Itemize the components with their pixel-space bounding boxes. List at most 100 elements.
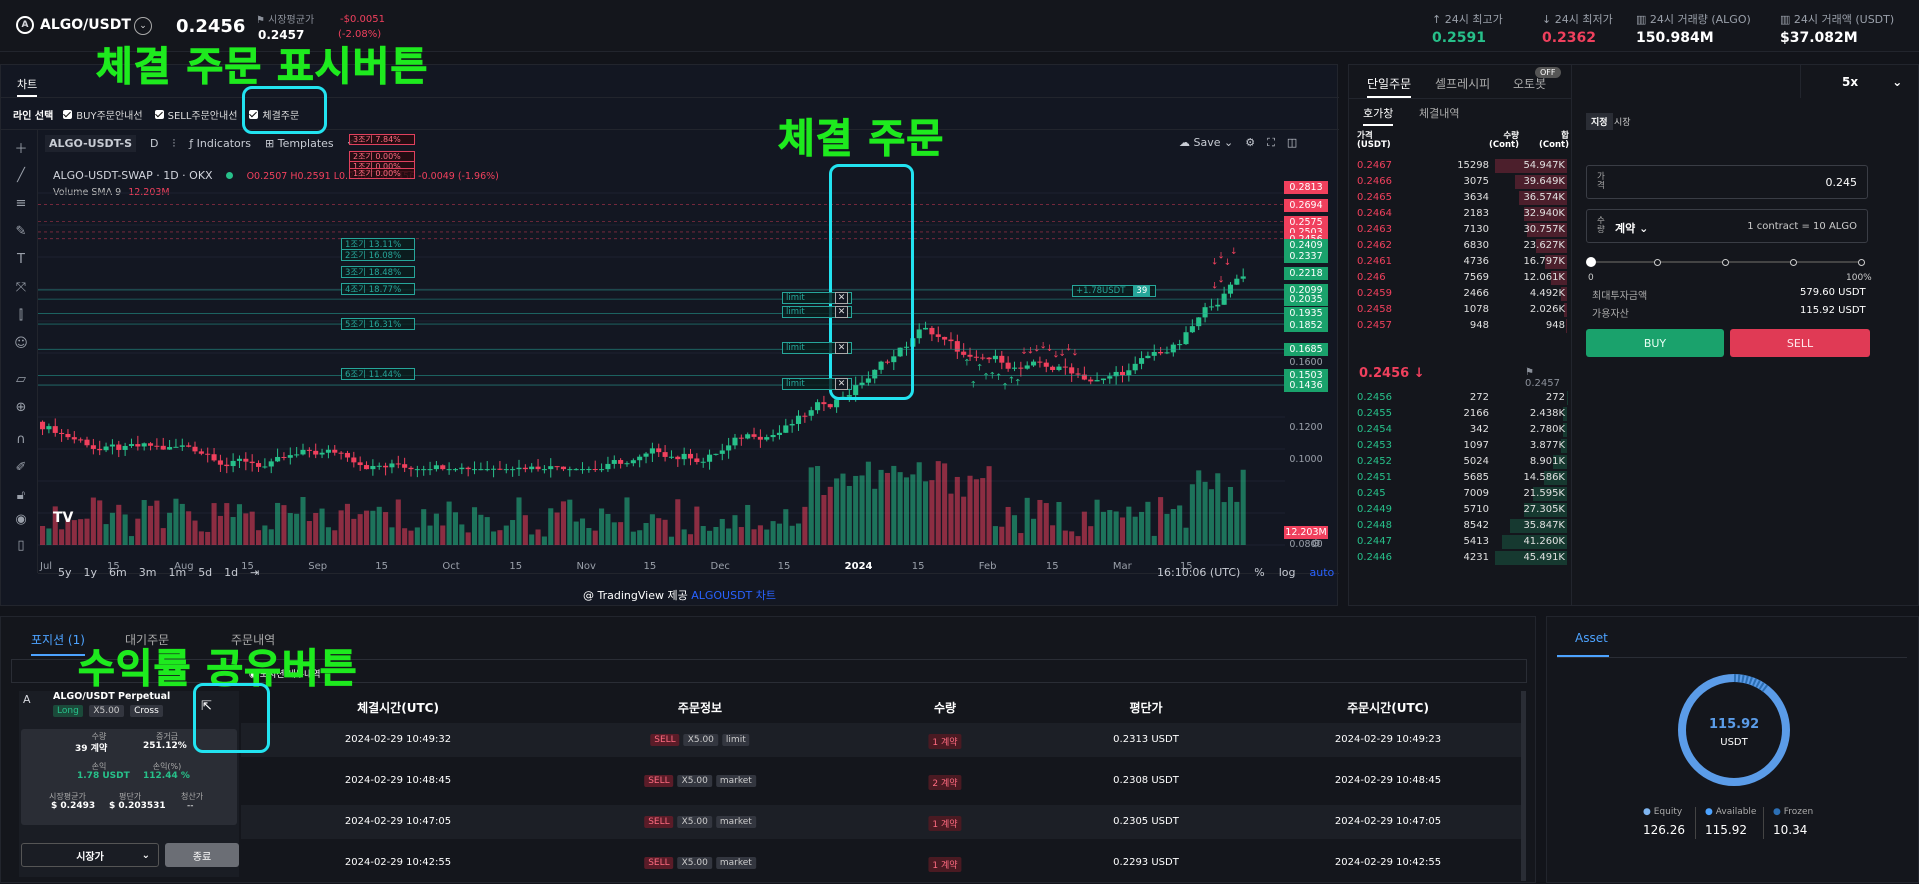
buy-order-label[interactable]: 3조기 18.48% xyxy=(341,265,415,278)
range-5y[interactable]: 5y xyxy=(58,566,72,579)
bid-row[interactable]: 0.2448 8542 35.847K xyxy=(1355,518,1567,534)
checkbox-buy-guide[interactable]: BUY주문안내선 xyxy=(63,107,143,122)
trash-icon[interactable]: ▯ xyxy=(11,535,31,555)
tab-orderbook[interactable]: 호가창 xyxy=(1363,105,1394,126)
volume-bar xyxy=(713,526,719,545)
cancel-order-close-icon[interactable]: ✕ xyxy=(835,292,848,305)
table-row[interactable]: 2024-02-29 10:42:55 SELL X5.00 market 1 계약 0.… xyxy=(241,846,1521,880)
ask-row[interactable]: 0.2463 7130 30.757K xyxy=(1355,222,1567,238)
cancel-order-close-icon[interactable]: ✕ xyxy=(835,342,848,355)
tab-positions[interactable]: 포지션 (1) xyxy=(31,631,85,656)
indicators-button[interactable]: ƒ Indicators xyxy=(189,137,251,150)
bid-row[interactable]: 0.2449 5710 27.305K xyxy=(1355,502,1567,518)
ask-row[interactable]: 0.2457 948 948 xyxy=(1355,318,1567,334)
templates-button[interactable]: ⊞ Templates xyxy=(265,137,334,150)
settings-gear-icon[interactable]: ⚙ xyxy=(1245,136,1255,150)
magnet-icon[interactable]: ∩ xyxy=(11,429,31,449)
order-type-market[interactable]: 시장 xyxy=(1614,115,1631,128)
candle-type-icon[interactable]: ⫶ xyxy=(173,137,176,151)
table-scrollbar[interactable] xyxy=(1521,691,1526,881)
bid-row[interactable]: 0.2455 2166 2.438K xyxy=(1355,406,1567,422)
emoji-icon[interactable]: ☺ xyxy=(11,333,31,353)
brush-icon[interactable]: ✎ xyxy=(11,221,31,241)
ask-row[interactable]: 0.2464 2183 32.940K xyxy=(1355,206,1567,222)
bid-row[interactable]: 0.2446 4231 45.491K xyxy=(1355,550,1567,566)
bid-row[interactable]: 0.2452 5024 8.901K xyxy=(1355,454,1567,470)
text-icon[interactable]: T xyxy=(11,249,31,269)
ask-row[interactable]: 0.246 7569 12.061K xyxy=(1355,270,1567,286)
pair-dropdown-chevron-icon[interactable]: ⌄ xyxy=(134,17,152,35)
date-range-icon[interactable]: ⇥ xyxy=(250,566,259,579)
buy-button[interactable]: BUY xyxy=(1586,329,1724,357)
cancel-order-close-icon[interactable]: ✕ xyxy=(835,306,848,319)
tab-self-recipe[interactable]: 셀프레시피 xyxy=(1435,75,1490,92)
leverage-select[interactable]: 5x ⌄ xyxy=(1842,75,1902,89)
candlestick-chart[interactable]: ↑↑↑↑↑↑↑↑↑↓↓↓↓↓↓↓↓↓↓↓↓↓↓↓Jul 15 Aug 15 Sep 15 O… xyxy=(38,163,1285,573)
buy-order-label[interactable]: 4조기 18.77% xyxy=(341,282,415,295)
range-1d[interactable]: 1d xyxy=(224,566,238,579)
checkbox-sell-guide[interactable]: SELL주문안내선 xyxy=(154,107,237,122)
trendline-icon[interactable]: ╱ xyxy=(11,165,31,185)
ask-row[interactable]: 0.2466 3075 39.649K xyxy=(1355,174,1567,190)
bid-row[interactable]: 0.2451 5685 14.586K xyxy=(1355,470,1567,486)
buy-order-label[interactable]: 6조기 11.44% xyxy=(341,368,415,381)
eye-icon[interactable]: ◉ xyxy=(11,509,31,529)
price-input[interactable]: 가격 0.245 xyxy=(1586,165,1868,199)
pattern-icon[interactable]: ⤧ xyxy=(11,277,31,297)
close-type-select[interactable]: 시장가 ⌄ xyxy=(21,843,159,867)
bid-row[interactable]: 0.2454 342 2.780K xyxy=(1355,422,1567,438)
log-toggle[interactable]: log xyxy=(1279,566,1296,579)
save-button[interactable]: ☁ Save ⌄ xyxy=(1179,136,1233,150)
range-6m[interactable]: 6m xyxy=(109,566,127,579)
order-type-limit[interactable]: 지정 xyxy=(1586,113,1613,130)
buy-order-label[interactable]: 2조기 16.08% xyxy=(341,248,415,261)
axis-settings-icon[interactable]: ⚙ xyxy=(1311,537,1321,550)
cancel-order-close-icon[interactable]: ✕ xyxy=(835,378,848,391)
bid-row[interactable]: 0.2447 5413 41.260K xyxy=(1355,534,1567,550)
symbol-search-input[interactable]: ALGO-USDT-S xyxy=(45,135,137,152)
ask-row[interactable]: 0.2461 4736 16.797K xyxy=(1355,254,1567,270)
take-profit-label[interactable]: 3조기 7.84% xyxy=(349,133,415,145)
camera-icon[interactable]: ◫ xyxy=(1287,136,1297,150)
interval-button[interactable]: D xyxy=(150,137,158,150)
unit-select[interactable]: 계약 ⌄ xyxy=(1615,220,1648,236)
take-profit-label[interactable]: 1조기 0.00% xyxy=(349,167,415,179)
table-row[interactable]: 2024-02-29 10:47:05 SELL X5.00 market 1 계약 0.… xyxy=(241,805,1521,839)
lock-icon[interactable]: 🔓︎ xyxy=(11,485,31,505)
zoom-icon[interactable]: ⊕ xyxy=(11,397,31,417)
close-position-button[interactable]: 종료 xyxy=(165,843,239,867)
bid-row[interactable]: 0.2456 272 272 xyxy=(1355,390,1567,406)
fib-icon[interactable]: ≡ xyxy=(11,193,31,213)
range-3m[interactable]: 3m xyxy=(139,566,157,579)
tradingview-chart-link[interactable]: ALGOUSDT 차트 xyxy=(691,589,776,602)
table-row[interactable]: 2024-02-29 10:48:45 SELL X5.00 market 2 계약 0.… xyxy=(241,764,1521,798)
ask-row[interactable]: 0.2462 6830 23.627K xyxy=(1355,238,1567,254)
ruler-icon[interactable]: ▱ xyxy=(11,369,31,389)
range-1m[interactable]: 1m xyxy=(168,566,186,579)
ask-row[interactable]: 0.2465 3634 36.574K xyxy=(1355,190,1567,206)
tab-single-order[interactable]: 단일주문 xyxy=(1367,75,1412,98)
quantity-input[interactable]: 수량 계약 ⌄ 1 contract = 10 ALGO xyxy=(1586,209,1868,243)
ask-row[interactable]: 0.2459 2466 4.492K xyxy=(1355,286,1567,302)
slider-handle[interactable] xyxy=(1586,257,1596,267)
crosshair-icon[interactable]: ＋ xyxy=(11,137,31,157)
table-row[interactable]: 2024-02-29 10:49:32 SELL X5.00 limit 1 계약 0.2… xyxy=(241,723,1521,757)
bid-row[interactable]: 0.245 7009 21.595K xyxy=(1355,486,1567,502)
range-5d[interactable]: 5d xyxy=(198,566,212,579)
candle-body xyxy=(503,469,509,471)
buy-order-label[interactable]: 5조기 16.31% xyxy=(341,318,415,331)
tab-chart[interactable]: 차트 xyxy=(17,76,38,97)
auto-toggle[interactable]: auto xyxy=(1310,566,1335,579)
percent-toggle[interactable]: % xyxy=(1254,566,1264,579)
forecast-icon[interactable]: ⫿ xyxy=(11,305,31,325)
fullscreen-icon[interactable]: ⛶ xyxy=(1267,136,1275,150)
ask-row[interactable]: 0.2458 1078 2.026K xyxy=(1355,302,1567,318)
sell-button[interactable]: SELL xyxy=(1730,329,1870,357)
tab-trade-history[interactable]: 체결내역 xyxy=(1419,105,1459,121)
range-1y[interactable]: 1y xyxy=(84,566,98,579)
position-pnl-tag[interactable]: +1.78USDT 39 xyxy=(1072,284,1156,297)
lock-drawing-icon[interactable]: ✐ xyxy=(11,457,31,477)
price-axis[interactable]: 0.28130.26940.25750.25030.24560.24090.23… xyxy=(1284,163,1339,573)
ask-row[interactable]: 0.2467 15298 54.947K xyxy=(1355,158,1567,174)
bid-row[interactable]: 0.2453 1097 3.877K xyxy=(1355,438,1567,454)
